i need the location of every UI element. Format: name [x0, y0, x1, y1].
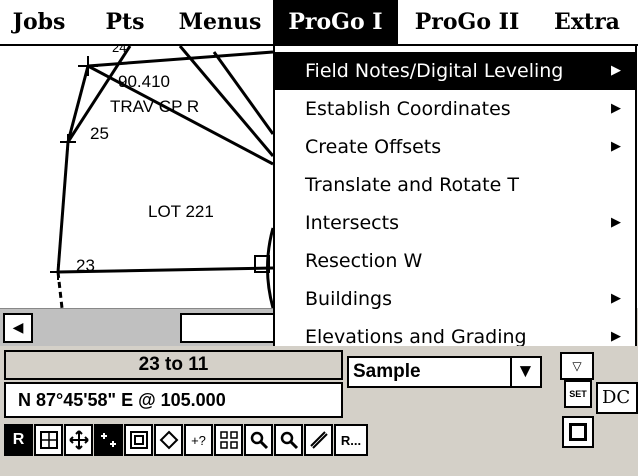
- zoom-extents-icon: [39, 431, 58, 449]
- menu-jobs[interactable]: Jobs: [2, 0, 76, 44]
- menu-item-create-offsets[interactable]: Create Offsets ▶: [275, 128, 635, 166]
- triangle-left-icon: ◀: [12, 320, 24, 336]
- sample-select[interactable]: Sample ▼: [347, 356, 542, 388]
- menu-item-field-notes[interactable]: Field Notes/Digital Leveling ▶: [275, 52, 635, 90]
- zoom-window-icon: [129, 431, 148, 449]
- menu-progo-i[interactable]: ProGo I: [273, 0, 398, 44]
- bearing-readout: N 87°45'58" E @ 105.000: [4, 382, 343, 418]
- submenu-arrow-icon: ▶: [611, 101, 621, 116]
- zoom-out-icon: [280, 431, 298, 450]
- segment-title: 23 to 11: [4, 350, 343, 380]
- r-more-button[interactable]: R...: [334, 424, 368, 456]
- menu-item-label: Resection W: [305, 250, 423, 272]
- chevron-down-icon: ▽: [572, 359, 582, 373]
- menu-item-buildings[interactable]: Buildings ▶: [275, 280, 635, 318]
- menu-pts[interactable]: Pts: [94, 0, 156, 44]
- query-point-icon: +?: [191, 432, 206, 448]
- menu-bar: Jobs Pts Menus ProGo I ProGo II Extra: [0, 0, 638, 46]
- menu-item-label: Buildings: [305, 288, 392, 310]
- submenu-arrow-icon: ▶: [611, 291, 621, 306]
- add-points-icon: [100, 433, 116, 447]
- set-button[interactable]: SET: [564, 380, 592, 408]
- menu-item-label: Field Notes/Digital Leveling: [305, 60, 564, 82]
- zoom-window-button[interactable]: [124, 424, 153, 456]
- grid-button[interactable]: [214, 424, 243, 456]
- grid-icon: [219, 431, 238, 449]
- down-arrow-button[interactable]: ▽: [560, 352, 594, 380]
- map-label-distance: 90.410: [118, 72, 170, 91]
- menu-progo-ii[interactable]: ProGo II: [404, 0, 530, 44]
- zoom-extents-button[interactable]: [34, 424, 63, 456]
- map-label-25: 25: [90, 124, 109, 143]
- map-label-lot: LOT 221: [148, 202, 214, 221]
- map-label-24: 24: [112, 46, 127, 55]
- menu-item-resection[interactable]: Resection W: [275, 242, 635, 280]
- zoom-out-button[interactable]: [274, 424, 303, 456]
- menu-item-label: Translate and Rotate T: [305, 174, 519, 196]
- description-field[interactable]: DC: [596, 382, 638, 414]
- square-button[interactable]: [562, 416, 594, 448]
- lower-panel: 23 to 11 N 87°45'58" E @ 105.000 Sample …: [0, 346, 638, 476]
- query-point-button[interactable]: +?: [184, 424, 213, 456]
- menu-item-translate-rotate[interactable]: Translate and Rotate T: [275, 166, 635, 204]
- r-tool-label: R: [12, 431, 25, 448]
- menu-item-label: Intersects: [305, 212, 399, 234]
- menu-menus[interactable]: Menus: [170, 0, 270, 44]
- map-label-23: 23: [76, 256, 95, 275]
- zoom-in-icon: [250, 431, 268, 450]
- menu-extra[interactable]: Extra: [540, 0, 634, 44]
- pan-button[interactable]: [64, 424, 93, 456]
- pan-icon: [68, 430, 89, 450]
- horizontal-scrollbar[interactable]: ◀: [0, 308, 273, 346]
- scroll-left-button[interactable]: ◀: [3, 313, 33, 343]
- draw-line-button[interactable]: [304, 424, 333, 456]
- menu-item-label: Create Offsets: [305, 136, 442, 158]
- diamond-button[interactable]: [154, 424, 183, 456]
- right-tools: ▽ SET DC: [560, 346, 638, 476]
- menu-item-intersects[interactable]: Intersects ▶: [275, 204, 635, 242]
- diamond-icon: [159, 430, 178, 450]
- zoom-in-button[interactable]: [244, 424, 273, 456]
- sample-select-value: Sample: [353, 361, 421, 382]
- scroll-thumb[interactable]: [180, 313, 273, 343]
- square-icon: [569, 423, 587, 441]
- menu-item-establish-coordinates[interactable]: Establish Coordinates ▶: [275, 90, 635, 128]
- submenu-arrow-icon: ▶: [611, 215, 621, 230]
- menu-item-label: Elevations and Grading: [305, 326, 527, 348]
- triangle-down-icon: ▼: [516, 361, 535, 382]
- submenu-arrow-icon: ▶: [611, 139, 621, 154]
- menu-item-label: Establish Coordinates: [305, 98, 511, 120]
- map-label-trav: TRAV CP R: [110, 97, 200, 116]
- add-points-button[interactable]: [94, 424, 123, 456]
- r-tool-button[interactable]: R: [4, 424, 33, 456]
- r-more-label: R...: [340, 432, 362, 448]
- select-dropdown-button[interactable]: ▼: [510, 358, 540, 386]
- submenu-arrow-icon: ▶: [611, 63, 621, 78]
- progo-i-dropdown: Field Notes/Digital Leveling ▶ Establish…: [273, 46, 637, 358]
- draw-line-icon: [309, 431, 328, 449]
